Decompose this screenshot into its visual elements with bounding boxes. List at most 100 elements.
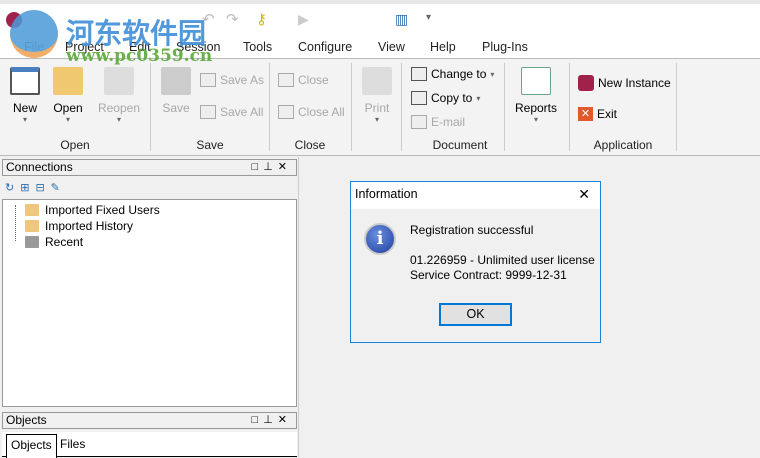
close-all-icon [278, 105, 294, 119]
save-all-icon [200, 105, 216, 119]
close-all-label: Close All [298, 105, 345, 119]
open-folder-icon [53, 67, 83, 95]
pin-icon[interactable]: ⊥ [263, 414, 278, 426]
open-label: Open [53, 101, 83, 115]
change-to-icon [411, 67, 427, 81]
reopen-icon [104, 67, 134, 95]
tab-objects[interactable]: Objects [6, 434, 57, 458]
save-as-label: Save As [220, 73, 265, 87]
save-as-icon [200, 73, 216, 87]
expand-icon[interactable]: ⊞ [20, 182, 35, 194]
open-group-label: Open [60, 138, 90, 152]
tree-item-label: Recent [45, 235, 84, 249]
menu-edit[interactable]: Edit [129, 40, 151, 54]
close-doc-icon [278, 73, 294, 87]
new-instance-label: New Instance [598, 76, 671, 90]
email-label: E-mail [431, 115, 466, 129]
dialog-message: Registration successful [410, 223, 534, 237]
license-text: 01.226959 - Unlimited user license [410, 253, 595, 267]
close-all-button[interactable]: Close All [278, 105, 345, 119]
reports-label: Reports [514, 101, 558, 115]
refresh-icon[interactable]: ↻ [5, 182, 20, 194]
menu-view[interactable]: View [378, 40, 405, 54]
reopen-label: Reopen [97, 101, 141, 115]
objects-header: Objects □⊥✕ [2, 412, 297, 429]
tab-files[interactable]: Files [60, 437, 85, 451]
document-group-label: Document [432, 138, 488, 152]
redo-icon[interactable]: ↷ [226, 10, 239, 28]
app-icon [6, 12, 22, 28]
email-button[interactable]: E-mail [411, 115, 465, 129]
new-icon [10, 67, 40, 95]
customize-icon[interactable]: ▾ [426, 12, 431, 23]
connect-icon[interactable]: ✎ [51, 182, 66, 194]
print-label: Print [364, 101, 390, 115]
float-icon[interactable]: □ [252, 161, 264, 173]
ribbon: New ▾ Open ▾ Reopen ▾ Open Save Save As Sav… [0, 58, 760, 156]
new-instance-icon [578, 75, 594, 91]
application-group-label: Application [593, 138, 653, 152]
save-label: Save [162, 101, 190, 115]
save-all-label: Save All [220, 105, 264, 119]
menu-plugins[interactable]: Plug-Ins [482, 40, 528, 54]
objects-title: Objects [6, 413, 47, 427]
menu-tools[interactable]: Tools [243, 40, 272, 54]
menu-session[interactable]: Session [176, 40, 220, 54]
new-instance-button[interactable]: New Instance [578, 75, 671, 91]
settings-icon[interactable]: ▥ [395, 11, 408, 28]
dialog-title: Information [355, 187, 418, 201]
pin-icon[interactable]: ⊥ [263, 161, 278, 173]
exit-icon: ✕ [578, 107, 593, 121]
undo-icon[interactable]: ↶ [202, 10, 215, 28]
folder-icon [25, 220, 39, 232]
close-button[interactable]: Close [278, 73, 329, 87]
contract-text: Service Contract: 9999-12-31 [410, 268, 567, 282]
information-dialog: Information ✕ i Registration successful 0… [350, 181, 601, 343]
exit-label: Exit [597, 107, 618, 121]
menu-help[interactable]: Help [430, 40, 456, 54]
ok-button[interactable]: OK [439, 303, 512, 326]
connections-header: Connections □⊥✕ [2, 159, 297, 176]
menu-project[interactable]: Project [65, 40, 104, 54]
folder-icon [25, 204, 39, 216]
change-to-button[interactable]: Change to ▾ [411, 67, 494, 81]
copy-to-label: Copy to [431, 91, 473, 105]
connections-tree: Imported Fixed Users Imported History Re… [2, 199, 297, 407]
save-group-label: Save [196, 138, 224, 152]
new-button[interactable]: New ▾ [8, 67, 42, 124]
save-button[interactable]: Save [160, 67, 192, 115]
menu-configure[interactable]: Configure [298, 40, 352, 54]
dialog-close-icon[interactable]: ✕ [578, 186, 590, 203]
save-all-button[interactable]: Save All [200, 105, 263, 119]
save-as-button[interactable]: Save As [200, 73, 264, 87]
tree-item-label: Imported History [45, 219, 134, 233]
collapse-icon[interactable]: ⊟ [35, 182, 50, 194]
menu-bar: File Project Edit Session Tools Configur… [0, 36, 760, 58]
tree-item-label: Imported Fixed Users [45, 203, 160, 217]
reports-icon [521, 67, 551, 95]
reopen-button[interactable]: Reopen ▾ [96, 67, 142, 124]
new-label: New [12, 101, 37, 115]
copy-to-icon [411, 91, 427, 105]
play-icon[interactable]: ▶ [298, 11, 309, 28]
tree-item[interactable]: Imported Fixed Users [25, 203, 160, 217]
close-icon[interactable]: ✕ [278, 161, 292, 173]
tree-item[interactable]: Imported History [25, 219, 133, 233]
close-label: Close [298, 73, 329, 87]
float-icon[interactable]: □ [252, 414, 264, 426]
exit-button[interactable]: ✕ Exit [578, 107, 617, 121]
open-button[interactable]: Open ▾ [50, 67, 86, 124]
folder-icon [25, 236, 39, 248]
menu-file[interactable]: File [24, 40, 44, 54]
print-button[interactable]: Print ▾ [360, 67, 394, 124]
email-icon [411, 115, 427, 129]
reports-button[interactable]: Reports ▾ [514, 67, 558, 124]
change-to-label: Change to [431, 67, 487, 81]
printer-icon [362, 67, 392, 95]
close-group-label: Close [294, 138, 326, 152]
quick-access-toolbar: ↶ ↷ ⚷ ▶ ▥ ▾ [0, 0, 760, 36]
copy-to-button[interactable]: Copy to ▾ [411, 91, 480, 105]
close-icon[interactable]: ✕ [278, 414, 292, 426]
tree-item[interactable]: Recent [25, 235, 83, 249]
key-icon[interactable]: ⚷ [256, 10, 267, 28]
